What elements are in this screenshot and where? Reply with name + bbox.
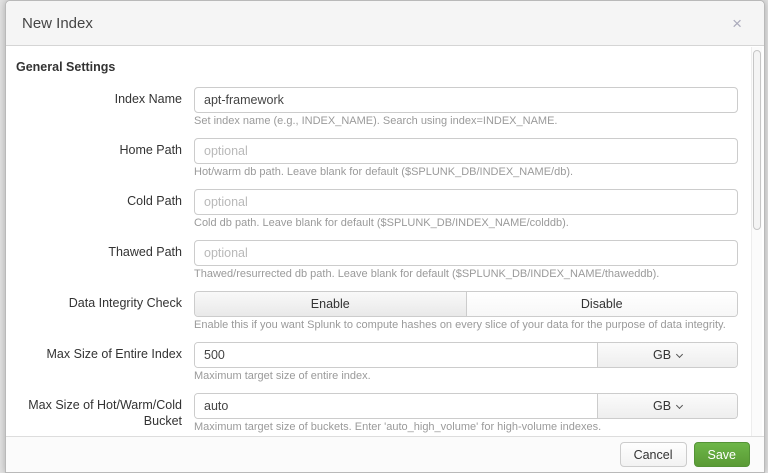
disable-button[interactable]: Disable [466, 292, 737, 316]
form-row-cold-path: Cold Path Cold db path. Leave blank for … [16, 189, 738, 230]
scrollbar-thumb[interactable] [753, 50, 761, 230]
home-path-help: Hot/warm db path. Leave blank for defaul… [194, 166, 574, 178]
index-name-label: Index Name [114, 92, 182, 106]
chevron-down-icon [675, 401, 684, 410]
data-integrity-toggle-group: Enable Disable [194, 291, 738, 317]
form-row-index-name: Index Name Set index name (e.g., INDEX_N… [16, 87, 738, 128]
cold-path-help: Cold db path. Leave blank for default ($… [194, 217, 569, 229]
index-name-help: Set index name (e.g., INDEX_NAME). Searc… [194, 115, 558, 127]
max-size-bucket-unit-dropdown[interactable]: GB [597, 394, 737, 418]
max-size-bucket-group: GB [194, 393, 738, 419]
cold-path-label: Cold Path [127, 194, 182, 208]
unit-label: GB [652, 348, 672, 362]
chevron-down-icon [675, 350, 684, 359]
save-button[interactable]: Save [693, 442, 750, 467]
form-row-data-integrity-check: Data Integrity Check Enable Disable Enab… [16, 291, 738, 332]
max-size-entire-index-group: GB [194, 342, 738, 368]
dialog-title: New Index [22, 14, 93, 32]
form-row-max-size-bucket: Max Size of Hot/Warm/Cold Bucket GB Maxi… [16, 393, 738, 434]
thawed-path-help: Thawed/resurrected db path. Leave blank … [194, 268, 660, 280]
dialog-footer: Cancel Save [6, 436, 764, 472]
unit-label: GB [652, 399, 672, 413]
scrollbar-track[interactable] [751, 47, 762, 436]
home-path-input[interactable] [194, 138, 738, 164]
data-integrity-check-help: Enable this if you want Splunk to comput… [194, 319, 726, 331]
max-size-entire-index-unit-dropdown[interactable]: GB [597, 343, 737, 367]
new-index-dialog: New Index × General Settings Index Name … [5, 0, 765, 473]
thawed-path-input[interactable] [194, 240, 738, 266]
enable-button[interactable]: Enable [195, 292, 467, 316]
cold-path-input[interactable] [194, 189, 738, 215]
form-row-thawed-path: Thawed Path Thawed/resurrected db path. … [16, 240, 738, 281]
max-size-bucket-help: Maximum target size of buckets. Enter 'a… [194, 421, 602, 433]
cancel-button[interactable]: Cancel [619, 442, 687, 467]
max-size-entire-index-input[interactable] [195, 343, 597, 367]
max-size-bucket-input[interactable] [195, 394, 597, 418]
close-icon[interactable]: × [726, 13, 748, 34]
form-row-home-path: Home Path Hot/warm db path. Leave blank … [16, 138, 738, 179]
data-integrity-check-label: Data Integrity Check [68, 296, 182, 310]
dialog-body: General Settings Index Name Set index na… [6, 46, 764, 436]
section-title-general-settings: General Settings [16, 60, 116, 74]
max-size-entire-index-help: Maximum target size of entire index. [194, 370, 371, 382]
form-row-max-size-entire-index: Max Size of Entire Index GB Maximum targ… [16, 342, 738, 383]
home-path-label: Home Path [119, 143, 182, 157]
thawed-path-label: Thawed Path [108, 245, 182, 259]
index-name-input[interactable] [194, 87, 738, 113]
max-size-bucket-label: Max Size of Hot/Warm/Cold Bucket [28, 398, 182, 428]
dialog-header: New Index × [6, 1, 764, 46]
max-size-entire-index-label: Max Size of Entire Index [46, 347, 182, 361]
